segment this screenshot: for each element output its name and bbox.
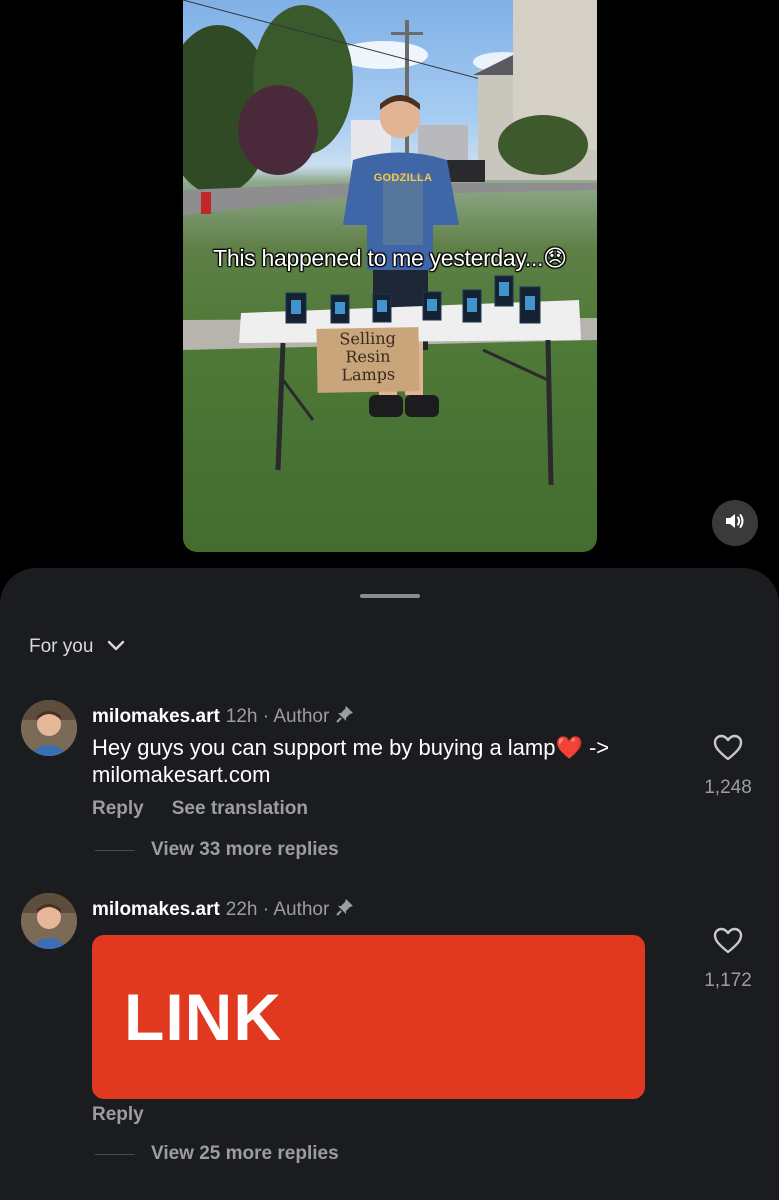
- link-image-card[interactable]: LINK: [92, 935, 645, 1099]
- like-count: 1,248: [704, 777, 752, 798]
- replies-divider: [95, 1153, 135, 1155]
- comment-header: milomakes.art 22h · Author: [92, 897, 355, 923]
- view-replies-label: View 33 more replies: [151, 839, 339, 860]
- reply-button[interactable]: Reply: [92, 798, 144, 820]
- view-replies-button[interactable]: View 25 more replies: [95, 1143, 339, 1165]
- comments-sheet: For you milomakes.art 12h · Author Hey g…: [0, 568, 779, 1200]
- sheet-grabber[interactable]: [360, 594, 420, 598]
- reply-button[interactable]: Reply: [92, 1104, 144, 1126]
- speaker-on-icon: [724, 510, 746, 537]
- like-count: 1,172: [704, 970, 752, 991]
- like-button[interactable]: 1,172: [699, 927, 757, 992]
- comment-text: Hey guys you can support me by buying a …: [92, 735, 610, 787]
- chevron-down-icon: [107, 636, 125, 658]
- heart-icon: [713, 734, 743, 766]
- view-replies-label: View 25 more replies: [151, 1143, 339, 1164]
- view-replies-button[interactable]: View 33 more replies: [95, 839, 339, 861]
- pin-icon: [335, 897, 355, 923]
- replies-divider: [95, 849, 135, 851]
- heart-icon: [713, 927, 743, 959]
- avatar[interactable]: [21, 700, 77, 756]
- video-frame-illustration: [183, 0, 597, 486]
- comment-username[interactable]: milomakes.art: [92, 899, 220, 921]
- comment-filter-dropdown[interactable]: For you: [29, 636, 125, 658]
- comment-meta: 12h · Author: [225, 706, 330, 727]
- comment-actions: Reply See translation: [92, 798, 308, 820]
- comment-actions: Reply: [92, 1104, 144, 1126]
- see-translation-button[interactable]: See translation: [172, 798, 308, 820]
- link-card-text: LINK: [124, 980, 282, 1054]
- comment-username[interactable]: milomakes.art: [92, 706, 220, 728]
- pin-icon: [335, 704, 355, 730]
- filter-label: For you: [29, 636, 94, 657]
- video-caption: This happened to me yesterday...😞: [213, 245, 567, 271]
- sound-toggle-button[interactable]: [712, 500, 758, 546]
- shirt-text: GODZILLA: [373, 172, 433, 184]
- comment-meta: 22h · Author: [225, 899, 330, 920]
- cardboard-sign: Selling Resin Lamps: [316, 327, 420, 393]
- like-button[interactable]: 1,248: [699, 734, 757, 799]
- screen: GODZILLA Selling Resin Lamps This happen…: [0, 0, 779, 1200]
- video-player[interactable]: GODZILLA Selling Resin Lamps This happen…: [183, 0, 597, 552]
- avatar[interactable]: [21, 893, 77, 949]
- comment-header: milomakes.art 12h · Author: [92, 704, 355, 730]
